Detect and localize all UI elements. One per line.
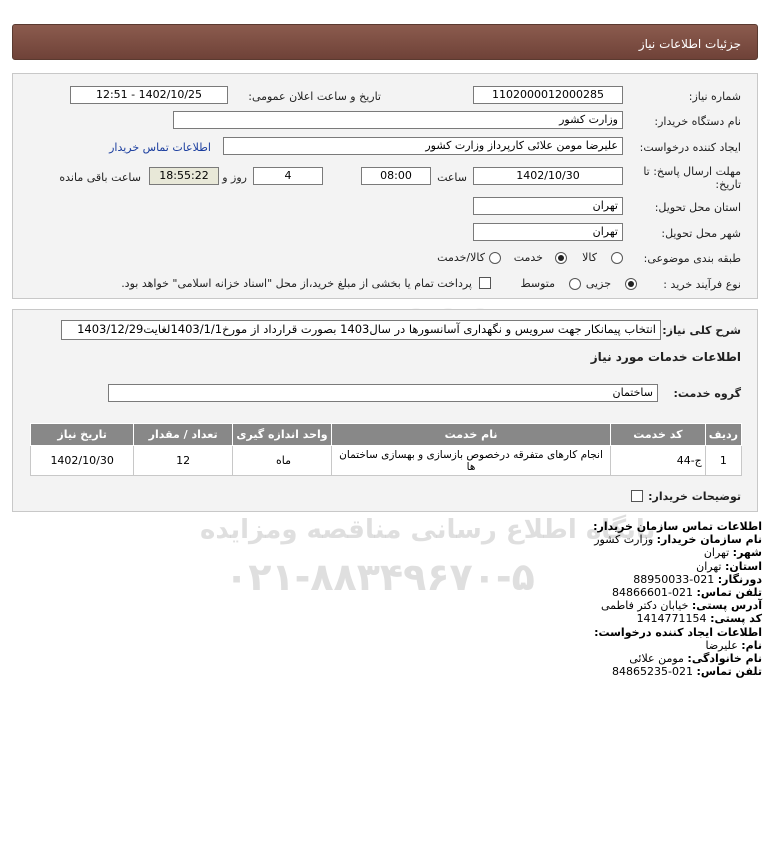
first-name-value: علیرضا: [705, 638, 738, 652]
deadline-label-date: تاریخ:: [715, 178, 741, 191]
table-header-row: ردیف کد خدمت نام خدمت واحد اندازه گیری ت…: [29, 423, 743, 446]
service-group-label: گروه خدمت:: [673, 387, 741, 400]
category-radio-service[interactable]: [555, 252, 567, 264]
process-label: نوع فرآیند خرید :: [663, 278, 741, 291]
postal-label: کد پستی:: [710, 612, 762, 626]
contact-city-value: تهران: [703, 546, 730, 560]
province-label: استان محل تحویل:: [654, 201, 741, 214]
need-info-panel: شماره نیاز: 1102000012000285 تاریخ و ساع…: [12, 73, 758, 299]
creator-phone-label: تلفن تماس:: [696, 665, 762, 679]
buyer-notes-checkbox[interactable]: [631, 490, 643, 502]
contact-info: اطلاعات تماس سازمان خریدار: نام سازمان خ…: [362, 520, 762, 678]
page-header: جزئیات اطلاعات نیاز: [12, 24, 758, 60]
buyer-org-field: وزارت کشور: [173, 111, 623, 129]
remaining-label: ساعت باقی مانده: [59, 171, 141, 184]
need-number-field: 1102000012000285: [473, 86, 623, 104]
category-option-goods: کالا: [582, 251, 597, 264]
category-option-service: خدمت: [513, 251, 543, 264]
creator-contact-title: اطلاعات ایجاد کننده درخواست:: [594, 625, 762, 639]
cell-row: 1: [704, 445, 743, 476]
contact-city-label: شهر:: [732, 546, 762, 560]
creator-phone-value: 021-84865235: [612, 665, 694, 679]
table-row: 1 ج-44 انجام کارهای متفرقه درخصوص بازساز…: [29, 445, 743, 476]
city-field: تهران: [473, 223, 623, 241]
buyer-org-label: نام دستگاه خریدار:: [654, 115, 741, 128]
postal-value: 1414771154: [636, 612, 707, 626]
description-field: انتخاب پیمانکار جهت سرویس و نگهداری آسان…: [61, 320, 661, 340]
announce-field: 1402/10/25 - 12:51: [70, 86, 228, 104]
page-title: جزئیات اطلاعات نیاز: [638, 37, 741, 51]
deadline-date-field: 1402/10/30: [473, 167, 623, 185]
city-label: شهر محل تحویل:: [661, 227, 741, 240]
buyer-notes-label: توضیحات خریدار:: [648, 490, 741, 503]
service-details-panel: شرح کلی نیاز: انتخاب پیمانکار جهت سرویس …: [12, 309, 758, 512]
cell-qty: 12: [133, 445, 233, 476]
description-label: شرح کلی نیاز:: [662, 324, 741, 337]
buyer-name-value: وزارت کشور: [594, 533, 654, 547]
category-radio-goods[interactable]: [611, 252, 623, 264]
address-label: آدرس پستی:: [691, 599, 762, 613]
buyer-contact-link[interactable]: اطلاعات تماس خریدار: [109, 141, 211, 154]
phone-value: 021-84866601: [612, 586, 694, 600]
buyer-name-label: نام سازمان خریدار:: [656, 533, 762, 547]
process-radio-minor[interactable]: [625, 278, 637, 290]
col-date-header: تاریخ نیاز: [29, 423, 135, 446]
first-name-label: نام:: [741, 638, 762, 652]
days-field: 4: [253, 167, 323, 185]
cell-code: ج-44: [610, 445, 706, 476]
fax-label: دورنگار:: [717, 572, 762, 586]
time-label: ساعت: [437, 171, 467, 184]
process-radio-medium[interactable]: [569, 278, 581, 290]
process-option-minor: جزیی: [585, 277, 611, 290]
category-label: طبقه بندی موضوعی:: [643, 252, 741, 265]
col-unit-header: واحد اندازه گیری: [231, 423, 333, 446]
treasury-payment-checkbox[interactable]: [479, 277, 491, 289]
category-option-goods-service: کالا/خدمت: [437, 251, 485, 264]
contact-province-value: تهران: [696, 559, 722, 573]
announce-label: تاریخ و ساعت اعلان عمومی:: [248, 90, 381, 103]
deadline-label: مهلت ارسال پاسخ: تا: [643, 165, 741, 178]
org-contact-title: اطلاعات تماس سازمان خریدار:: [593, 520, 762, 533]
service-group-field: ساختمان: [108, 384, 658, 402]
col-row-header: ردیف: [704, 423, 743, 446]
last-name-label: نام خانوادگی:: [687, 652, 762, 666]
deadline-time-field: 08:00: [361, 167, 431, 185]
phone-label: تلفن تماس:: [696, 586, 762, 600]
col-name-header: نام خدمت: [331, 423, 611, 446]
fax-value: 021-88950033: [633, 572, 715, 586]
remaining-time-field: 18:55:22: [149, 167, 219, 185]
address-value: خیابان دکتر فاطمی: [601, 599, 689, 613]
col-code-header: کد خدمت: [610, 423, 706, 446]
last-name-value: مومن علائی: [629, 652, 684, 666]
payment-text: پرداخت تمام یا بخشی از مبلغ خرید،از محل …: [121, 277, 472, 290]
contact-province-label: استان:: [725, 559, 762, 573]
cell-name: انجام کارهای متفرقه درخصوص بازسازی و بهس…: [331, 445, 611, 476]
col-qty-header: تعداد / مقدار: [133, 423, 233, 446]
days-label: روز و: [222, 171, 247, 184]
creator-field: علیرضا مومن علائی کارپرداز وزارت کشور: [223, 137, 623, 155]
category-radio-goods-service[interactable]: [489, 252, 501, 264]
process-option-medium: متوسط: [520, 277, 555, 290]
creator-label: ایجاد کننده درخواست:: [639, 141, 741, 154]
services-table: ردیف کد خدمت نام خدمت واحد اندازه گیری ت…: [29, 423, 743, 476]
need-number-label: شماره نیاز:: [688, 90, 741, 103]
cell-unit: ماه: [231, 445, 333, 476]
province-field: تهران: [473, 197, 623, 215]
cell-date: 1402/10/30: [29, 445, 135, 476]
services-title: اطلاعات خدمات مورد نیاز: [590, 350, 741, 364]
